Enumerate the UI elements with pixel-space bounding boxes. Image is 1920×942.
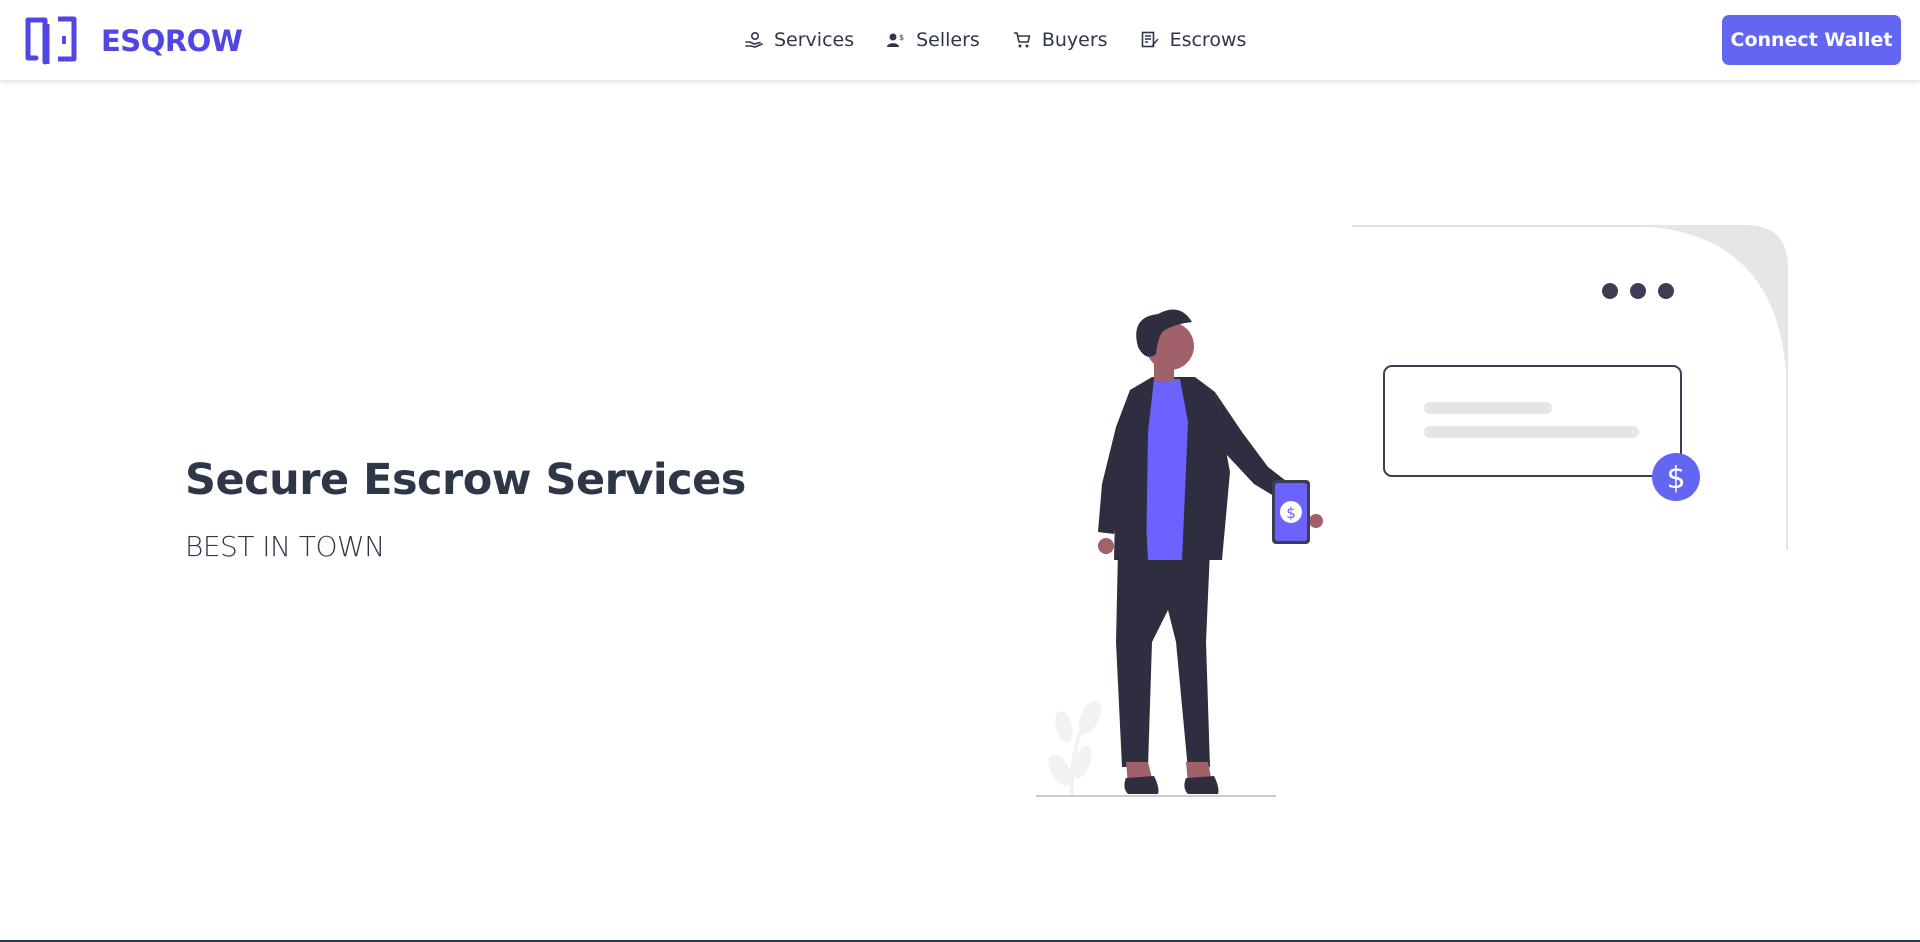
nav-item-buyers[interactable]: Buyers	[1013, 29, 1108, 51]
nav-item-label: Escrows	[1169, 29, 1247, 51]
nav-item-label: Sellers	[916, 29, 980, 51]
nav-item-label: Buyers	[1041, 29, 1108, 51]
connect-wallet-button[interactable]: Connect Wallet	[1722, 15, 1901, 65]
door-logo-icon	[25, 16, 77, 65]
navbar: ESQROW Services $ Sellers Buyers Escrows…	[0, 0, 1920, 80]
browser-card: $	[1352, 225, 1788, 550]
nav-item-label: Services	[774, 29, 855, 51]
hand-coin-icon	[745, 31, 763, 48]
brand-name: ESQROW	[101, 24, 243, 58]
cart-icon	[1013, 32, 1031, 48]
nav-item-escrows[interactable]: Escrows	[1141, 29, 1247, 51]
document-edit-icon	[1141, 31, 1159, 48]
nav-item-services[interactable]: Services	[745, 29, 854, 51]
nav-item-sellers[interactable]: $ Sellers	[887, 29, 980, 51]
coin-symbol: $	[1666, 461, 1685, 496]
hero-illustration: $ $	[1036, 225, 1788, 798]
user-dollar-icon: $	[887, 33, 904, 47]
main-nav: Services $ Sellers Buyers Escrows	[745, 0, 1246, 80]
brand-link[interactable]: ESQROW	[25, 15, 243, 67]
hero-title: Secure Escrow Services	[185, 455, 746, 505]
plant-icon	[1048, 700, 1102, 798]
phone-coin-symbol: $	[1286, 504, 1296, 522]
hero-subtitle: BEST IN TOWN	[185, 530, 385, 563]
svg-text:$: $	[899, 33, 904, 42]
person-figure: $	[1098, 309, 1323, 794]
